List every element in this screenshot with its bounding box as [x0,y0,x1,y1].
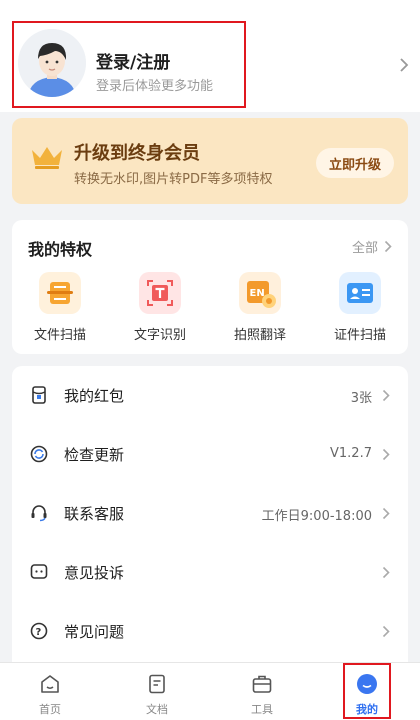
chevron-right-icon [382,566,390,579]
crown-icon [32,147,62,169]
feature-label: 证件扫描 [333,328,386,343]
vip-upgrade-card[interactable]: 升级到终身会员 转换无水印,图片转PDF等多项特权 立即升级 [12,118,408,204]
headset-icon [31,505,47,522]
tab-label: 工具 [251,703,273,716]
login-title[interactable]: 登录/注册 [96,48,170,73]
menu-label: 联系客服 [64,505,125,523]
menu-label: 检查更新 [64,446,125,464]
tab-label: 文档 [146,703,168,716]
upgrade-now-button[interactable]: 立即升级 [316,148,394,178]
menu-value: 3张 [350,391,372,406]
photo-translate-icon: EN [239,272,281,314]
menu-item-faq[interactable]: ? 常见问题 [12,602,408,660]
menu-label: 常见问题 [64,623,125,641]
privileges-title: 我的特权 [28,240,93,259]
toolbox-icon [252,675,272,693]
menu-item-red-packet[interactable]: 我的红包 3张 [12,366,408,424]
vip-title: 升级到终身会员 [74,143,200,164]
feature-label: 拍照翻译 [233,328,286,343]
document-scan-icon [39,272,81,314]
chevron-right-icon[interactable] [398,58,410,72]
text-recognition-icon [139,272,181,314]
feedback-icon [30,564,48,579]
feature-photo-translate[interactable]: EN 拍照翻译 [220,272,300,346]
svg-text:?: ? [36,627,42,638]
feature-document-scan[interactable]: 文件扫描 [20,272,100,346]
tab-tools[interactable]: 工具 [232,663,292,720]
chevron-right-icon [382,625,390,638]
feature-label: 文字识别 [133,328,186,343]
svg-text:EN: EN [250,288,265,299]
settings-menu: 我的红包 3张 检查更新 V1.2.7 联系客服 工作日9:00-18:00 意… [12,366,408,666]
menu-item-customer-service[interactable]: 联系客服 工作日9:00-18:00 [12,484,408,542]
menu-value: V1.2.7 [330,446,372,461]
menu-item-feedback[interactable]: 意见投诉 [12,543,408,601]
menu-label: 意见投诉 [64,564,125,582]
document-icon [149,674,165,694]
red-packet-icon [32,386,46,404]
feature-text-recognition[interactable]: 文字识别 [120,272,200,346]
login-register-entry[interactable]: 登录/注册 登录后体验更多功能 [12,21,246,108]
chevron-right-icon [382,389,390,402]
active-tab-highlight [343,663,391,719]
chevron-right-icon [384,240,392,253]
menu-item-check-update[interactable]: 检查更新 V1.2.7 [12,425,408,483]
login-subtitle: 登录后体验更多功能 [96,79,214,94]
refresh-icon [30,445,48,463]
id-card-scan-icon [339,272,381,314]
chevron-right-icon [382,448,390,461]
menu-label: 我的红包 [64,387,125,405]
menu-value: 工作日9:00-18:00 [261,509,372,524]
feature-id-card-scan[interactable]: 证件扫描 [320,272,400,346]
tab-label: 首页 [39,703,61,716]
profile-header: 登录/注册 登录后体验更多功能 [0,0,420,112]
tab-home[interactable]: 首页 [20,663,80,720]
user-avatar-icon [18,29,86,97]
view-all-link[interactable]: 全部 [352,237,392,256]
feature-label: 文件扫描 [33,328,86,343]
chevron-right-icon [382,507,390,520]
vip-subtitle: 转换无水印,图片转PDF等多项特权 [74,172,273,187]
view-all-label: 全部 [351,241,378,256]
home-icon [41,675,59,693]
help-icon: ? [30,622,48,640]
tab-documents[interactable]: 文档 [127,663,187,720]
privileges-card: 我的特权 全部 文件扫描 文字识别 EN 拍照翻译 证件扫描 [12,220,408,354]
